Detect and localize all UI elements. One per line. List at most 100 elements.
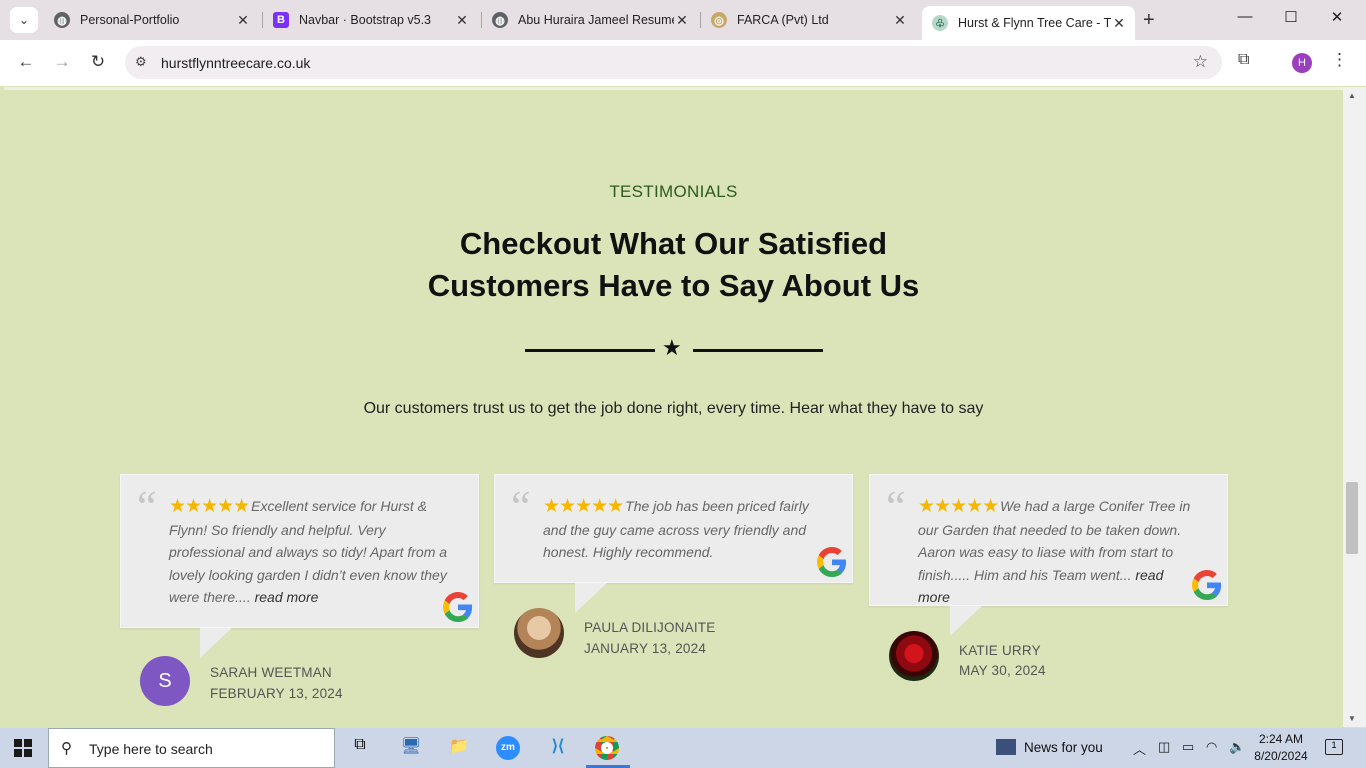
avatar <box>889 631 939 681</box>
globe-icon: ◍ <box>492 12 508 28</box>
chevron-up-icon[interactable]: ︿ <box>1133 739 1146 758</box>
tab-title: Personal-Portfolio <box>80 13 180 27</box>
review-text: ★★★★★ Excellent service for Hurst & Flynn… <box>169 495 448 609</box>
tree-icon: ♧ <box>932 15 948 31</box>
search-icon: ⚲ <box>61 740 72 757</box>
scrollbar-thumb[interactable] <box>1346 482 1358 554</box>
extensions-icon[interactable]: ⧉ <box>1238 51 1249 69</box>
avatar <box>514 608 564 658</box>
review-date: MAY 30, 2024 <box>959 663 1046 678</box>
file-explorer-icon[interactable]: 📁 <box>446 736 472 760</box>
testimonial-card: “ ★★★★★ Excellent service for Hurst & Fly… <box>120 474 479 628</box>
google-icon <box>817 547 847 577</box>
site-info-icon[interactable]: ⚙ <box>135 54 147 70</box>
tab-resume[interactable]: ◍ Abu Huraira Jameel Resume ✕ <box>482 6 698 34</box>
scroll-up-icon[interactable]: ▲ <box>1348 91 1356 100</box>
browser-toolbar: ← → ↻ ⚙ hurstflynntreecare.co.uk ☆ ⧉ H ⋮ <box>0 40 1366 86</box>
globe-icon: ◍ <box>54 12 70 28</box>
card-tail <box>950 606 982 636</box>
clock-time: 2:24 AM <box>1258 732 1304 746</box>
close-icon[interactable]: ✕ <box>674 12 690 29</box>
section-subtext: Our customers trust us to get the job do… <box>363 400 984 417</box>
wifi-icon[interactable]: ◠ <box>1206 739 1217 755</box>
computer-icon[interactable]: 🖥 <box>398 736 424 760</box>
rating-stars: ★★★★★ <box>918 496 999 517</box>
search-placeholder: Type here to search <box>89 741 213 757</box>
address-bar[interactable]: ⚙ hurstflynntreecare.co.uk ☆ <box>125 46 1222 79</box>
tab-bootstrap-navbar[interactable]: B Navbar · Bootstrap v5.3 ✕ <box>263 6 478 34</box>
tab-farca[interactable]: ◎ FARCA (Pvt) Ltd ✕ <box>701 6 916 34</box>
chevron-down-icon: ⌄ <box>18 13 30 27</box>
news-widget[interactable]: News for you <box>996 739 1103 755</box>
volume-icon[interactable]: 🔈 <box>1229 739 1245 755</box>
tab-title: Abu Huraira Jameel Resume <box>518 13 674 27</box>
profile-avatar[interactable]: H <box>1292 53 1312 73</box>
review-text: ★★★★★ We had a large Conifer Tree in our … <box>918 495 1197 609</box>
section-eyebrow: TESTIMONIALS <box>609 182 738 201</box>
section-heading: Checkout What Our Satisfied Customers Ha… <box>4 223 1343 307</box>
chrome-icon[interactable] <box>594 736 620 760</box>
star-divider: ★ <box>525 335 823 362</box>
page-scrollbar[interactable]: ▲ ▼ <box>1343 87 1366 727</box>
review-date: FEBRUARY 13, 2024 <box>210 686 343 701</box>
quote-icon: “ <box>886 482 906 531</box>
rating-stars: ★★★★★ <box>543 496 624 517</box>
google-icon <box>1192 570 1222 600</box>
clock-date: 8/20/2024 <box>1254 749 1308 763</box>
tab-title: FARCA (Pvt) Ltd <box>737 13 829 27</box>
back-icon[interactable]: ← <box>15 52 37 72</box>
testimonial-card: “ ★★★★★ The job has been priced fairly an… <box>494 474 853 583</box>
kebab-menu-icon[interactable]: ⋮ <box>1331 50 1348 70</box>
customer-name: PAULA DILIJONAITE <box>584 620 716 635</box>
notification-icon[interactable]: 1 <box>1325 739 1343 755</box>
tab-strip: ⌄ ◍ Personal-Portfolio ✕ B Navbar · Boot… <box>0 0 1366 40</box>
quote-icon: “ <box>511 482 531 531</box>
star-icon: ★ <box>662 335 682 360</box>
close-window-icon[interactable]: ✕ <box>1325 8 1349 26</box>
tab-personal-portfolio[interactable]: ◍ Personal-Portfolio ✕ <box>44 6 259 34</box>
close-icon[interactable]: ✕ <box>1111 15 1127 32</box>
customer-name: KATIE URRY <box>959 643 1041 658</box>
heading-line-1: Checkout What Our Satisfied <box>459 226 888 261</box>
heading-line-2: Customers Have to Say About Us <box>427 268 920 303</box>
maximize-icon[interactable]: ☐ <box>1279 8 1303 26</box>
tab-search-button[interactable]: ⌄ <box>10 7 38 33</box>
farca-icon: ◎ <box>711 12 727 28</box>
minimize-icon[interactable]: — <box>1233 8 1257 25</box>
tab-title: Navbar · Bootstrap v5.3 <box>299 13 432 27</box>
close-icon[interactable]: ✕ <box>235 12 251 29</box>
bootstrap-icon: B <box>273 12 289 28</box>
testimonials-section: TESTIMONIALS Checkout What Our Satisfied… <box>4 87 1343 727</box>
close-icon[interactable]: ✕ <box>454 12 470 29</box>
taskbar-search[interactable]: ⚲ Type here to search <box>48 728 335 768</box>
scroll-down-icon[interactable]: ▼ <box>1348 714 1356 723</box>
review-text: ★★★★★ The job has been priced fairly and … <box>543 495 822 564</box>
customer-name: SARAH WEETMAN <box>210 665 332 680</box>
news-icon <box>996 739 1016 755</box>
forward-icon[interactable]: → <box>51 52 73 72</box>
tab-hurst-flynn[interactable]: ♧ Hurst & Flynn Tree Care - Tr ✕ <box>922 6 1135 40</box>
system-clock[interactable]: 2:24 AM 8/20/2024 <box>1246 731 1316 765</box>
reload-icon[interactable]: ↻ <box>87 52 109 72</box>
windows-start-icon[interactable] <box>14 739 32 757</box>
card-tail <box>200 628 232 658</box>
url-text[interactable]: hurstflynntreecare.co.uk <box>161 55 310 71</box>
rating-stars: ★★★★★ <box>169 496 250 517</box>
tab-title: Hurst & Flynn Tree Care - Tr <box>958 16 1111 30</box>
meet-now-icon[interactable]: ◫ <box>1158 739 1170 755</box>
card-tail <box>575 583 607 613</box>
new-tab-button[interactable]: + <box>1143 9 1155 32</box>
zoom-icon[interactable]: zm <box>495 736 521 760</box>
review-date: JANUARY 13, 2024 <box>584 641 707 656</box>
battery-icon[interactable]: ▭ <box>1182 739 1194 755</box>
vscode-icon[interactable]: ⟩⟨ <box>545 736 571 760</box>
testimonial-card: “ ★★★★★ We had a large Conifer Tree in ou… <box>869 474 1228 606</box>
read-more-link[interactable]: read more <box>255 589 319 605</box>
quote-icon: “ <box>137 482 157 531</box>
close-icon[interactable]: ✕ <box>892 12 908 29</box>
bookmark-star-icon[interactable]: ☆ <box>1193 52 1208 72</box>
taskbar: ⚲ Type here to search ⧉ 🖥 📁 zm ⟩⟨ News f… <box>0 728 1366 768</box>
google-icon <box>443 592 473 622</box>
news-label: News for you <box>1024 740 1103 755</box>
task-view-icon[interactable]: ⧉ <box>347 736 373 760</box>
